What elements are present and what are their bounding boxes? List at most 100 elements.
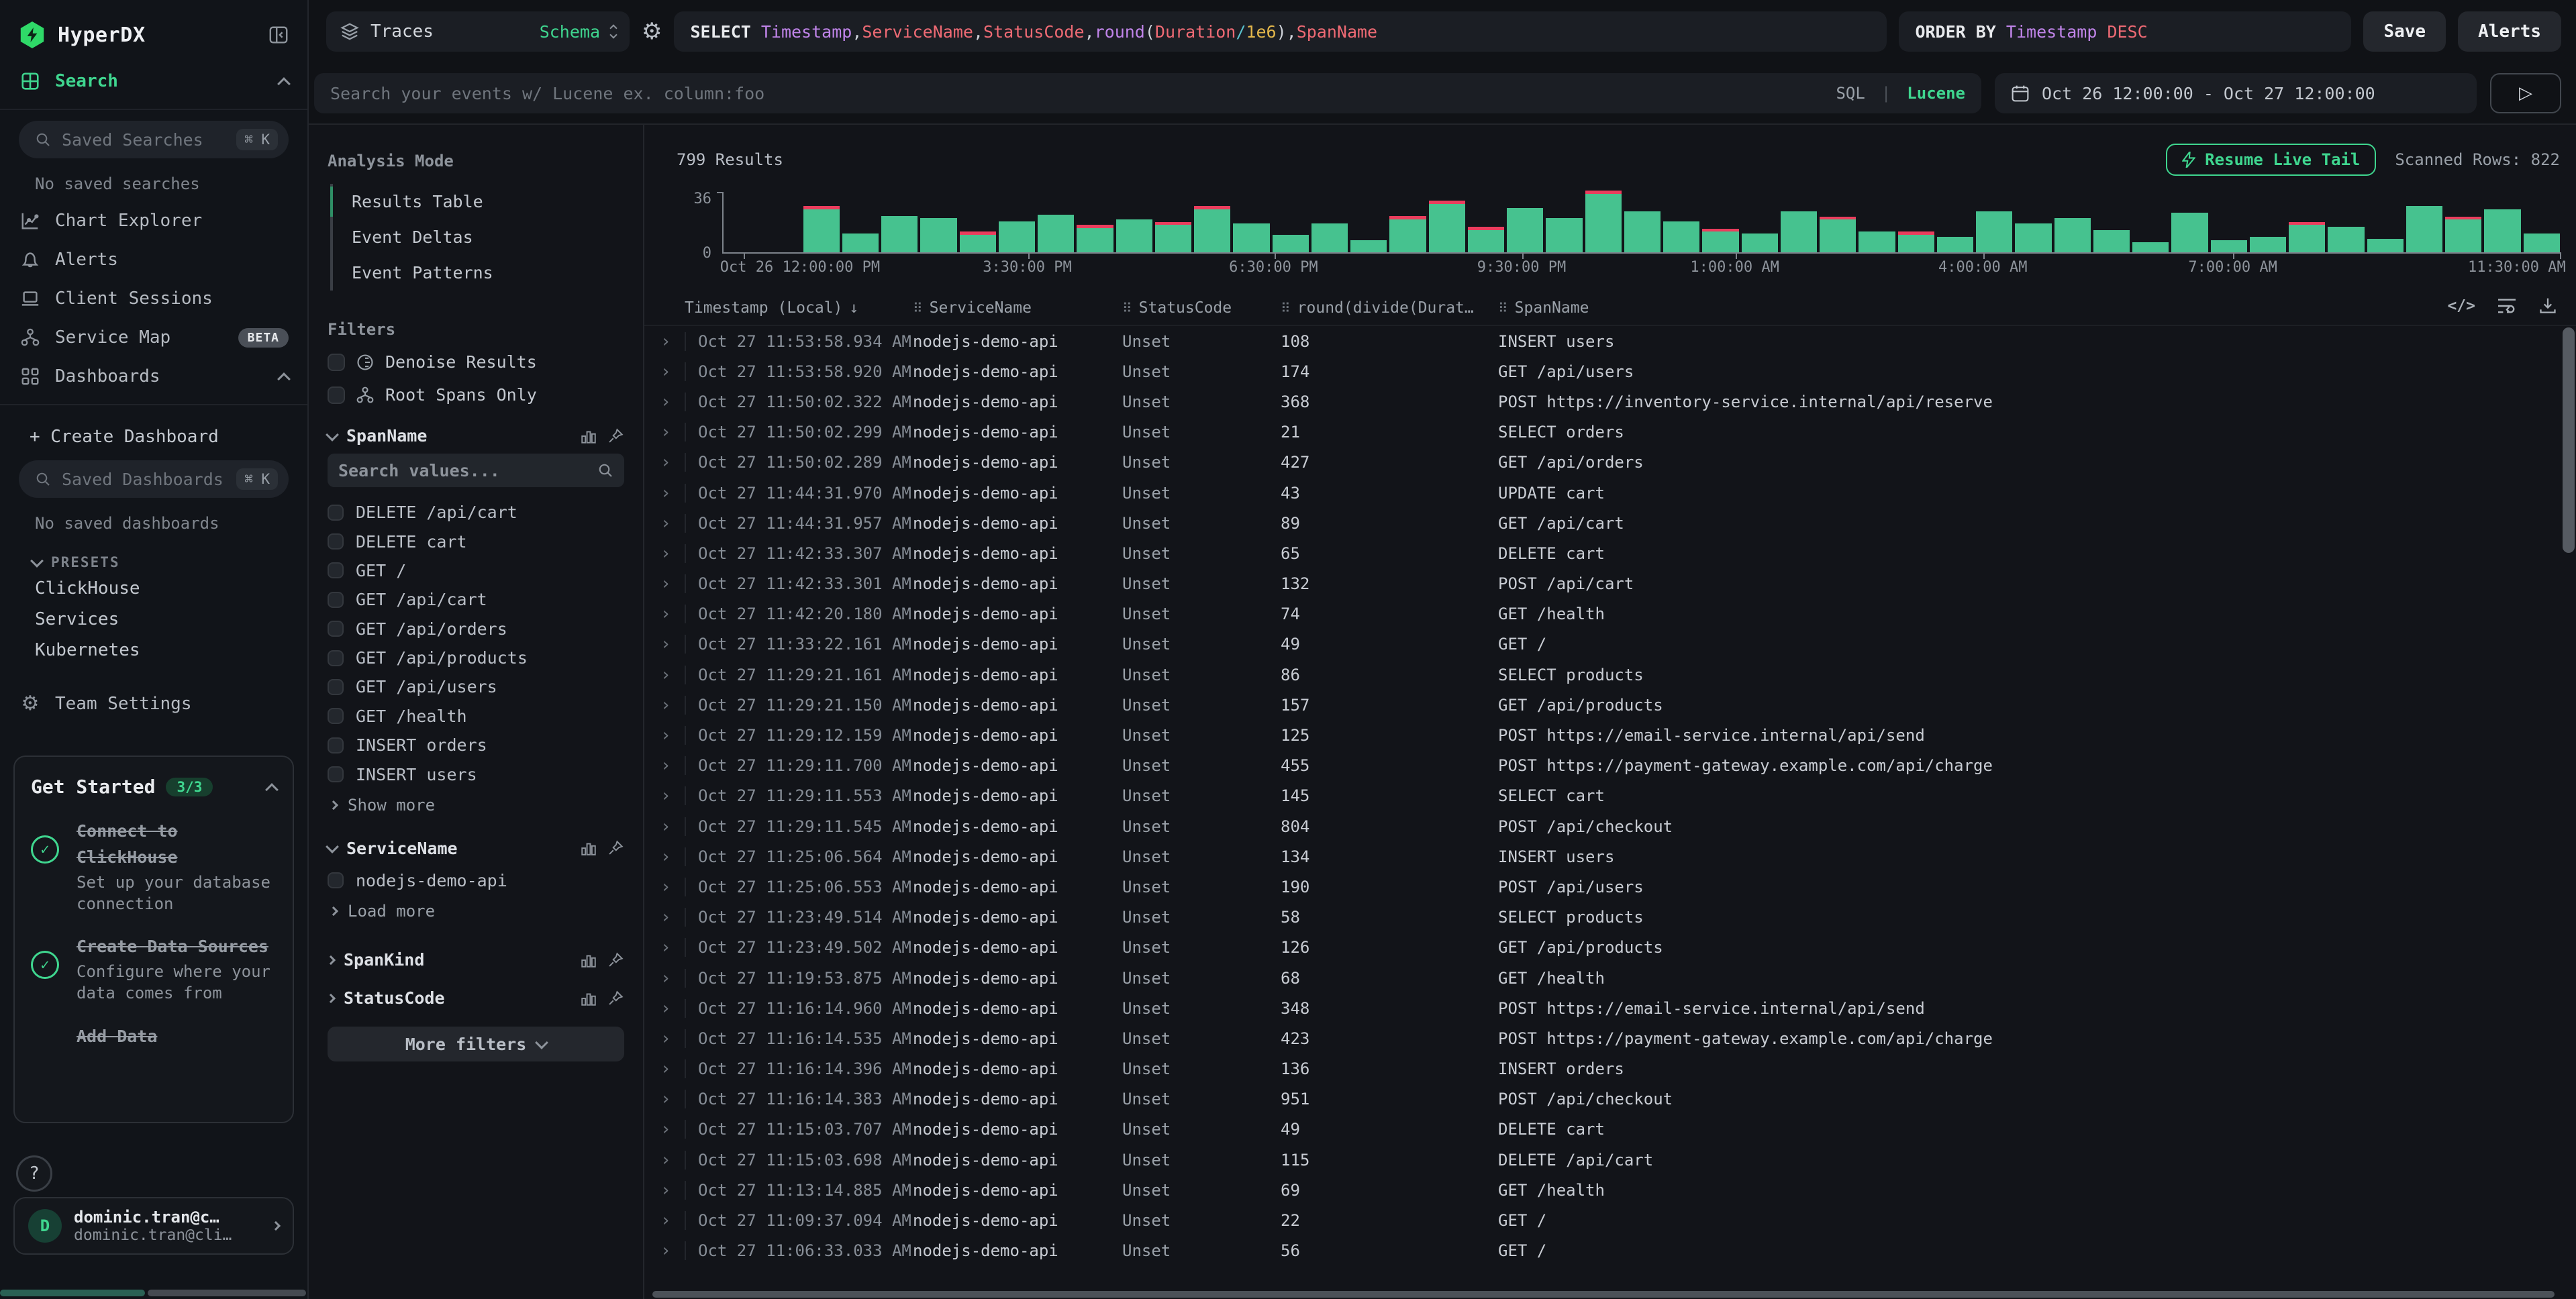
expand-row-icon[interactable]: ›: [644, 787, 685, 804]
expand-row-icon[interactable]: ›: [644, 484, 685, 502]
collapse-sidebar-icon[interactable]: [268, 25, 289, 45]
nav-client-sessions[interactable]: Client Sessions: [0, 279, 307, 318]
histogram-bar[interactable]: [1429, 201, 1465, 252]
filter-value-item[interactable]: GET /: [328, 556, 624, 585]
denoise-results-toggle[interactable]: Denoise Results: [328, 352, 624, 372]
checkbox[interactable]: [328, 621, 344, 637]
expand-row-icon[interactable]: ›: [644, 727, 685, 744]
histogram-bar[interactable]: [1859, 231, 1895, 252]
expand-row-icon[interactable]: ›: [644, 423, 685, 441]
checkbox[interactable]: [328, 872, 344, 888]
table-row[interactable]: › Oct 27 11:16:14.535 AM nodejs-demo-api…: [644, 1023, 2576, 1053]
expand-row-icon[interactable]: ›: [644, 848, 685, 866]
nav-alerts[interactable]: Alerts: [0, 240, 307, 279]
histogram-bar[interactable]: [960, 231, 996, 252]
sql-mode-toggle[interactable]: SQL: [1836, 84, 1865, 103]
expand-row-icon[interactable]: ›: [644, 696, 685, 714]
histogram-bar[interactable]: [1742, 233, 1778, 252]
table-row[interactable]: › Oct 27 11:42:33.301 AM nodejs-demo-api…: [644, 569, 2576, 599]
expand-row-icon[interactable]: ›: [644, 454, 685, 471]
checkbox[interactable]: [328, 592, 344, 608]
chart-toggle-icon[interactable]: [580, 427, 597, 445]
histogram-bar[interactable]: [1546, 218, 1582, 252]
histogram-bar[interactable]: [1194, 206, 1230, 252]
filter-group-servicename[interactable]: ServiceName: [328, 839, 624, 858]
chart-toggle-icon[interactable]: [580, 951, 597, 969]
filter-value-item[interactable]: DELETE /api/cart: [328, 498, 624, 527]
drag-handle-icon[interactable]: ⠿: [1281, 300, 1291, 316]
download-icon[interactable]: [2538, 297, 2557, 315]
histogram-bar[interactable]: [1273, 235, 1309, 252]
expand-row-icon[interactable]: ›: [644, 515, 685, 532]
expand-row-icon[interactable]: ›: [644, 1182, 685, 1199]
table-row[interactable]: › Oct 27 11:50:02.322 AM nodejs-demo-api…: [644, 386, 2576, 417]
view-sql-icon[interactable]: </>: [2447, 297, 2475, 315]
expand-row-icon[interactable]: ›: [644, 605, 685, 623]
source-select[interactable]: Traces Schema: [326, 11, 630, 52]
histogram-plot[interactable]: [722, 192, 2560, 254]
chart-toggle-icon[interactable]: [580, 839, 597, 857]
table-row[interactable]: › Oct 27 11:50:02.289 AM nodejs-demo-api…: [644, 448, 2576, 478]
table-row[interactable]: › Oct 27 11:53:58.920 AM nodejs-demo-api…: [644, 356, 2576, 386]
histogram-bar[interactable]: [1976, 211, 2012, 252]
histogram-bar[interactable]: [2250, 237, 2286, 252]
histogram-bar[interactable]: [1898, 231, 1934, 252]
run-query-button[interactable]: ▷: [2490, 73, 2561, 113]
create-dashboard-button[interactable]: + Create Dashboard: [0, 413, 307, 450]
pin-icon[interactable]: [607, 427, 624, 445]
table-row[interactable]: › Oct 27 11:25:06.564 AM nodejs-demo-api…: [644, 841, 2576, 872]
expand-row-icon[interactable]: ›: [644, 878, 685, 896]
filter-group-spanname[interactable]: SpanName: [328, 426, 624, 446]
histogram-bar[interactable]: [1585, 191, 1622, 252]
table-row[interactable]: › Oct 27 11:13:14.885 AM nodejs-demo-api…: [644, 1175, 2576, 1205]
pin-icon[interactable]: [607, 951, 624, 969]
expand-row-icon[interactable]: ›: [644, 393, 685, 411]
histogram-bar[interactable]: [1038, 215, 1074, 252]
resume-live-tail-button[interactable]: Resume Live Tail: [2166, 144, 2376, 176]
nav-search[interactable]: Search: [0, 62, 307, 101]
table-row[interactable]: › Oct 27 11:29:11.545 AM nodejs-demo-api…: [644, 811, 2576, 841]
get-started-item[interactable]: ✓ Connect to ClickHouse Set up your data…: [31, 817, 277, 915]
drag-handle-icon[interactable]: ⠿: [913, 300, 923, 316]
table-row[interactable]: › Oct 27 11:29:12.159 AM nodejs-demo-api…: [644, 720, 2576, 750]
orderby-clause-input[interactable]: ORDER BY Timestamp DESC: [1899, 11, 2351, 52]
get-started-item[interactable]: ✓ Create Data Sources Configure where yo…: [31, 932, 277, 1004]
saved-dashboards-input[interactable]: Saved Dashboards⌘ K: [19, 460, 289, 498]
filter-value-item[interactable]: DELETE cart: [328, 527, 624, 556]
table-row[interactable]: › Oct 27 11:29:11.700 AM nodejs-demo-api…: [644, 751, 2576, 781]
checkbox[interactable]: [328, 708, 344, 724]
expand-row-icon[interactable]: ›: [644, 363, 685, 380]
checkbox[interactable]: [328, 533, 344, 550]
expand-row-icon[interactable]: ›: [644, 818, 685, 835]
help-button[interactable]: ?: [16, 1155, 52, 1192]
histogram-bar[interactable]: [1077, 225, 1113, 252]
expand-row-icon[interactable]: ›: [644, 575, 685, 592]
horizontal-scrollbar[interactable]: [652, 1291, 2555, 1298]
histogram-bar[interactable]: [803, 206, 840, 252]
col-spanname[interactable]: ⠿ SpanName: [1498, 299, 2455, 317]
user-profile[interactable]: D dominic.tran@c… dominic.tran@cli…: [13, 1197, 294, 1255]
root-spans-only-toggle[interactable]: Root Spans Only: [328, 385, 624, 405]
filter-value-item[interactable]: nodejs-demo-api: [328, 866, 624, 895]
expand-row-icon[interactable]: ›: [644, 1212, 685, 1229]
checkbox[interactable]: [328, 562, 344, 578]
table-row[interactable]: › Oct 27 11:23:49.502 AM nodejs-demo-api…: [644, 933, 2576, 963]
table-row[interactable]: › Oct 27 11:50:02.299 AM nodejs-demo-api…: [644, 417, 2576, 448]
preset-kubernetes[interactable]: Kubernetes: [0, 635, 307, 666]
table-row[interactable]: › Oct 27 11:44:31.970 AM nodejs-demo-api…: [644, 478, 2576, 508]
histogram-bar[interactable]: [1663, 221, 1699, 252]
expand-row-icon[interactable]: ›: [644, 1121, 685, 1138]
histogram-bar[interactable]: [2132, 242, 2169, 252]
histogram-bar[interactable]: [2524, 233, 2560, 252]
table-row[interactable]: › Oct 27 11:42:33.307 AM nodejs-demo-api…: [644, 538, 2576, 568]
table-row[interactable]: › Oct 27 11:33:22.161 AM nodejs-demo-api…: [644, 629, 2576, 660]
table-row[interactable]: › Oct 27 11:16:14.960 AM nodejs-demo-api…: [644, 993, 2576, 1023]
saved-searches-input[interactable]: Saved Searches⌘ K: [19, 121, 289, 158]
histogram-bar[interactable]: [920, 218, 956, 252]
table-row[interactable]: › Oct 27 11:06:33.033 AM nodejs-demo-api…: [644, 1236, 2576, 1266]
histogram-bar[interactable]: [1468, 227, 1504, 252]
histogram-bar[interactable]: [1389, 216, 1426, 252]
histogram-bar[interactable]: [2211, 240, 2247, 252]
chart-toggle-icon[interactable]: [580, 990, 597, 1007]
spanname-show-more[interactable]: Show more: [328, 789, 624, 817]
